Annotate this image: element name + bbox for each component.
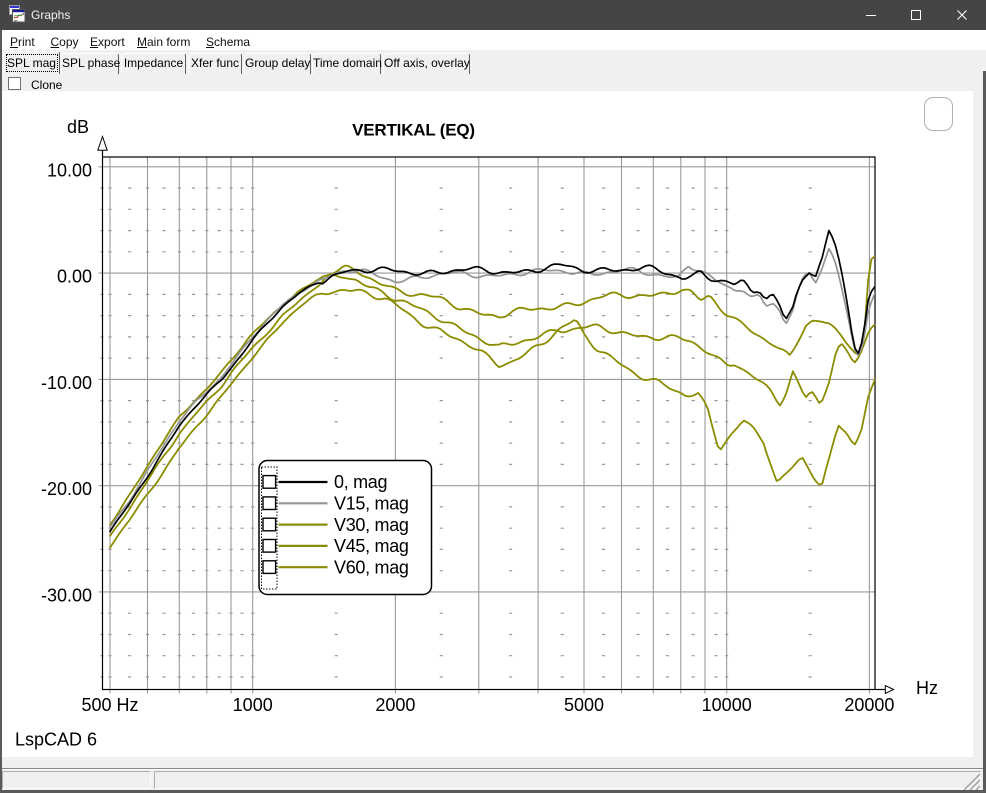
svg-text:V60, mag: V60, mag (334, 557, 409, 577)
svg-text:dB: dB (67, 117, 89, 137)
svg-text:V30, mag: V30, mag (334, 515, 409, 535)
svg-text:Hz: Hz (916, 678, 938, 698)
svg-text:10.00: 10.00 (47, 160, 92, 180)
svg-text:0, mag: 0, mag (334, 472, 387, 492)
svg-text:1000: 1000 (233, 695, 273, 715)
svg-text:-10.00: -10.00 (41, 373, 92, 393)
svg-text:20000: 20000 (844, 695, 894, 715)
svg-text:10000: 10000 (702, 695, 752, 715)
svg-text:0.00: 0.00 (57, 267, 92, 287)
svg-text:V45, mag: V45, mag (334, 536, 409, 556)
svg-text:VERTIKAL (EQ): VERTIKAL (EQ) (352, 121, 475, 140)
svg-text:LspCAD 6: LspCAD 6 (15, 730, 97, 750)
svg-text:2000: 2000 (375, 695, 415, 715)
svg-text:-30.00: -30.00 (41, 585, 92, 605)
svg-text:V15, mag: V15, mag (334, 494, 409, 514)
svg-text:500 Hz: 500 Hz (81, 695, 138, 715)
svg-text:-20.00: -20.00 (41, 479, 92, 499)
svg-text:5000: 5000 (564, 695, 604, 715)
